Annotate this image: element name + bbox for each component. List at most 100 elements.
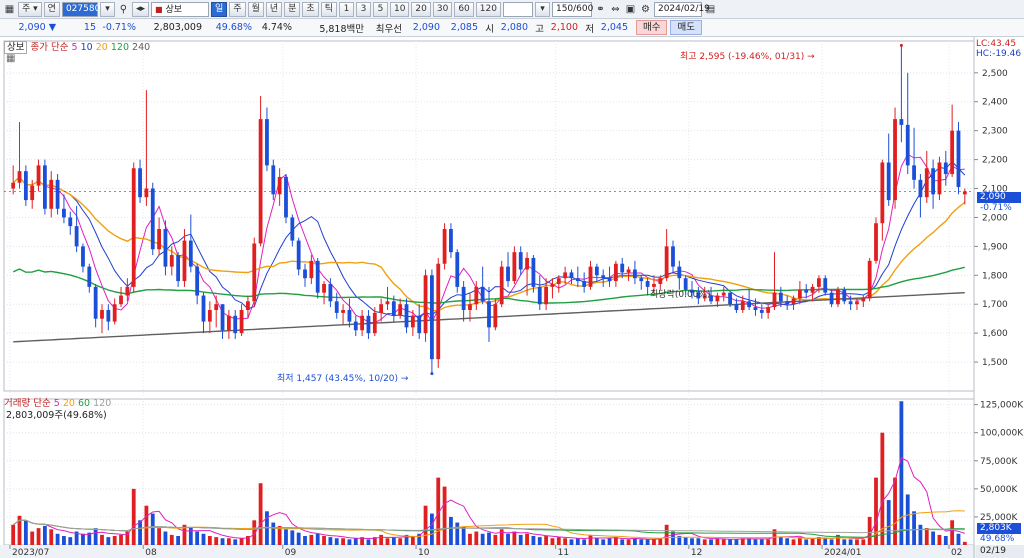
candle-body: [721, 292, 726, 296]
tab-year[interactable]: 년: [265, 1, 283, 17]
code-dropdown-button[interactable]: ▾: [99, 1, 115, 17]
candle-body: [119, 295, 123, 305]
candle-body: [169, 255, 174, 267]
stock-code-input[interactable]: 027580: [61, 1, 100, 17]
interval-10[interactable]: 10: [389, 1, 410, 17]
price-tick-label: 1,500: [982, 358, 1008, 368]
candle-body: [734, 304, 739, 311]
candle-body: [791, 298, 796, 305]
volume-ratio: 49.68%: [215, 22, 252, 33]
tab-minute[interactable]: 분: [284, 1, 301, 17]
price-legend-settings-icon[interactable]: ▦: [6, 53, 15, 64]
month-label: 08: [145, 548, 157, 558]
price-tick-label: 2,000: [982, 213, 1008, 223]
interval-120[interactable]: 120: [475, 1, 501, 17]
volume-bar: [226, 538, 231, 545]
link-icon[interactable]: ⚭: [594, 3, 607, 16]
volume-bar: [702, 539, 707, 545]
interval-input[interactable]: [502, 1, 533, 17]
candle-body: [163, 229, 168, 267]
interval-dropdown[interactable]: ▾: [534, 1, 550, 17]
calendar-icon[interactable]: ▤: [704, 3, 717, 16]
candle-body: [372, 312, 377, 334]
volume-bar: [537, 537, 542, 545]
interval-5[interactable]: 5: [372, 1, 388, 17]
volume-tick-label: 50,000K: [980, 485, 1018, 495]
price-legend-ma-label: 종가 단순: [30, 42, 69, 53]
candle-body: [664, 246, 669, 279]
volume-bar: [842, 539, 847, 545]
stock-mark-icon: ■: [155, 4, 163, 14]
volume-bar: [652, 539, 656, 545]
volume-bar: [956, 533, 961, 545]
settings-icon[interactable]: ⚙: [639, 3, 652, 16]
volume-bar: [531, 536, 536, 545]
candle-body: [449, 229, 453, 253]
date-input[interactable]: 2024/02/19: [653, 1, 710, 17]
candle-body: [423, 275, 428, 334]
candle-body: [461, 286, 466, 311]
fit-icon[interactable]: ⇔: [609, 3, 622, 16]
tab-tick[interactable]: 틱: [320, 1, 337, 17]
stock-name-field[interactable]: ■ 상보: [151, 1, 209, 17]
volume-bar: [804, 539, 809, 545]
price-change-pct: -0.71%: [102, 22, 136, 33]
current-price: 2,090 ▼: [18, 22, 56, 33]
volume-bar: [100, 534, 104, 545]
tab-second[interactable]: 초: [302, 1, 319, 17]
interval-60[interactable]: 60: [454, 1, 474, 17]
save-icon[interactable]: ▣: [624, 3, 637, 16]
tab-day[interactable]: 일: [211, 1, 228, 17]
volume-bar: [157, 528, 161, 545]
volume-bar: [271, 522, 276, 545]
volume-bar: [42, 525, 47, 545]
volume-bar: [239, 538, 244, 545]
prev-next-button[interactable]: ◂▸: [131, 1, 149, 17]
candle-body: [182, 240, 187, 282]
volume-bar: [112, 536, 117, 545]
buy-button[interactable]: 매수: [636, 20, 668, 35]
candle-body: [613, 263, 618, 282]
continuous-toggle[interactable]: 연: [43, 1, 60, 17]
sell-button[interactable]: 매도: [670, 20, 702, 35]
stock-chart[interactable]: 1,5001,6001,7001,8001,9002,0002,1002,200…: [0, 37, 1024, 558]
max-price-text: 최고 2,595 (-19.46%, 01/31): [680, 52, 805, 62]
interval-3[interactable]: 3: [355, 1, 371, 17]
month-label: 2023/07: [12, 548, 49, 558]
ma240-label: 240: [132, 42, 151, 53]
candle-body: [468, 304, 472, 311]
interval-20[interactable]: 20: [411, 1, 431, 17]
candle-body: [271, 165, 276, 195]
search-icon[interactable]: ⚲: [117, 3, 130, 16]
candle-body: [931, 168, 936, 195]
interval-1[interactable]: 1: [338, 1, 354, 17]
toolbar: ▦ 주 ▾ 연 027580 ▾ ⚲ ◂▸ ■ 상보 일 주 월 년 분 초 틱…: [0, 0, 1024, 19]
interval-30[interactable]: 30: [432, 1, 453, 17]
candle-body: [347, 310, 352, 322]
count-input[interactable]: 150/600: [551, 1, 593, 17]
tab-week[interactable]: 주: [229, 1, 246, 17]
min-price-annotation: 최저 1,457 (43.45%, 10/20) →: [277, 371, 408, 384]
menu-icon[interactable]: ▦: [3, 3, 16, 16]
period-dropdown[interactable]: 주 ▾: [18, 1, 42, 17]
price-tick-label: 1,600: [982, 329, 1008, 339]
candle-body: [740, 301, 745, 311]
volume-bar: [613, 537, 618, 545]
volume-bar: [575, 538, 580, 545]
chart-area[interactable]: 1,500 1,600 1,700 1,800 1,900 2,000 2,100 2,200…: [0, 37, 1024, 558]
candle-body: [49, 179, 54, 209]
candle-body: [785, 301, 790, 305]
candle-body: [334, 301, 339, 313]
volume-tick-label: 75,000K: [980, 457, 1018, 467]
tab-month[interactable]: 월: [247, 1, 264, 17]
candle-body: [797, 289, 802, 299]
volume-bar: [30, 531, 35, 545]
best-ask: 2,085: [450, 22, 478, 33]
current-volume-pct-tag: 49.68%: [980, 534, 1015, 544]
volume-bar: [201, 533, 206, 545]
low-label: 저: [585, 23, 594, 35]
volume-bar: [366, 539, 371, 545]
candle-body: [563, 272, 568, 279]
price-tick-label: 2,500: [982, 69, 1008, 79]
candle-body: [131, 168, 136, 287]
